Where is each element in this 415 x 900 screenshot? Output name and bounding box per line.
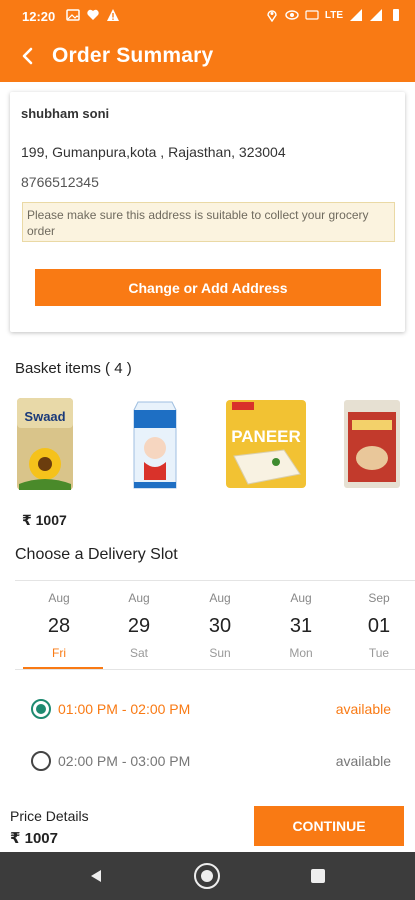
system-navbar <box>0 852 415 900</box>
app-bar: 12:20 LTE Order Summary <box>0 0 415 82</box>
date-month: Aug <box>128 591 150 605</box>
battery-icon <box>393 9 399 21</box>
basket-title: Basket items ( 4 ) <box>15 360 132 377</box>
date-weekday: Fri <box>52 646 66 660</box>
address-note: Please make sure this address is suitabl… <box>22 202 395 242</box>
slot-status: available <box>335 753 391 769</box>
atta-bag-image[interactable] <box>342 396 402 492</box>
slot-time: 01:00 PM - 02:00 PM <box>58 701 191 717</box>
milk-carton-image[interactable] <box>130 396 180 492</box>
date-month: Aug <box>290 591 312 605</box>
date-weekday: Tue <box>368 646 390 660</box>
status-bar: 12:20 LTE <box>0 0 415 32</box>
date-day: 29 <box>127 615 151 637</box>
date-day: 31 <box>289 615 313 637</box>
network-type: LTE <box>324 9 343 21</box>
change-address-button[interactable]: Change or Add Address <box>35 269 381 306</box>
date-month: Sep <box>368 591 390 605</box>
time-slot-2[interactable]: 02:00 PM - 03:00 PM available <box>0 748 415 778</box>
address-name: shubham soni <box>21 106 110 121</box>
header: Order Summary <box>0 32 415 82</box>
date-option-31[interactable]: Aug 31 Mon <box>261 581 341 669</box>
date-weekday: Sat <box>129 646 148 660</box>
signal-icon <box>350 9 362 21</box>
signal-2-icon <box>370 9 382 21</box>
time-slot-1[interactable]: 01:00 PM - 02:00 PM available <box>0 696 415 726</box>
date-selector: Aug 28 Fri Aug 29 Sat Aug 30 Sun Aug 31 … <box>15 580 415 670</box>
nav-back-icon[interactable] <box>88 868 104 884</box>
status-time: 12:20 <box>22 9 56 24</box>
date-day: 30 <box>208 615 232 637</box>
date-day: 28 <box>47 615 71 637</box>
date-weekday: Sun <box>209 646 231 660</box>
paneer-pack-image[interactable]: PANEER <box>224 396 308 492</box>
image-icon <box>66 9 80 21</box>
date-day: 01 <box>367 615 391 637</box>
date-option-28[interactable]: Aug 28 Fri <box>19 581 103 669</box>
radio-selected[interactable] <box>31 699 51 719</box>
back-arrow-icon[interactable] <box>16 44 40 68</box>
nav-home-icon[interactable] <box>194 863 220 889</box>
date-option-30[interactable]: Aug 30 Sun <box>180 581 260 669</box>
product-name-text: PANEER <box>231 427 301 446</box>
date-month: Aug <box>209 591 231 605</box>
eye-icon <box>285 10 299 20</box>
volte-icon <box>305 10 319 20</box>
delivery-slot-title: Choose a Delivery Slot <box>15 546 178 563</box>
warning-icon <box>107 9 119 21</box>
radio-unselected[interactable] <box>31 751 51 771</box>
date-option-01[interactable]: Sep 01 Tue <box>342 581 415 669</box>
heart-icon <box>87 9 99 20</box>
basket-total: ₹ 1007 <box>22 512 67 528</box>
slot-time: 02:00 PM - 03:00 PM <box>58 753 191 769</box>
oil-pouch-image[interactable]: Swaad <box>14 396 76 492</box>
date-option-29[interactable]: Aug 29 Sat <box>99 581 179 669</box>
system-icons: LTE <box>265 8 403 22</box>
price-details-value: ₹ 1007 <box>10 830 58 847</box>
address-phone: 8766512345 <box>21 174 99 190</box>
slot-status: available <box>335 701 391 717</box>
price-details-label: Price Details <box>10 808 89 824</box>
date-month: Aug <box>48 591 70 605</box>
product-brand-text: Swaad <box>24 409 65 424</box>
notification-icons <box>66 8 120 22</box>
nav-recents-icon[interactable] <box>311 869 325 883</box>
address-line: 199, Gumanpura,kota , Rajasthan, 323004 <box>21 144 286 160</box>
basket-items: Swaad PANEER <box>0 396 415 496</box>
continue-button[interactable]: CONTINUE <box>254 806 404 846</box>
date-weekday: Mon <box>289 646 313 660</box>
address-card: shubham soni 199, Gumanpura,kota , Rajas… <box>10 92 405 332</box>
page-title: Order Summary <box>52 44 214 67</box>
selected-date-underline <box>23 667 103 669</box>
location-icon <box>267 10 277 22</box>
